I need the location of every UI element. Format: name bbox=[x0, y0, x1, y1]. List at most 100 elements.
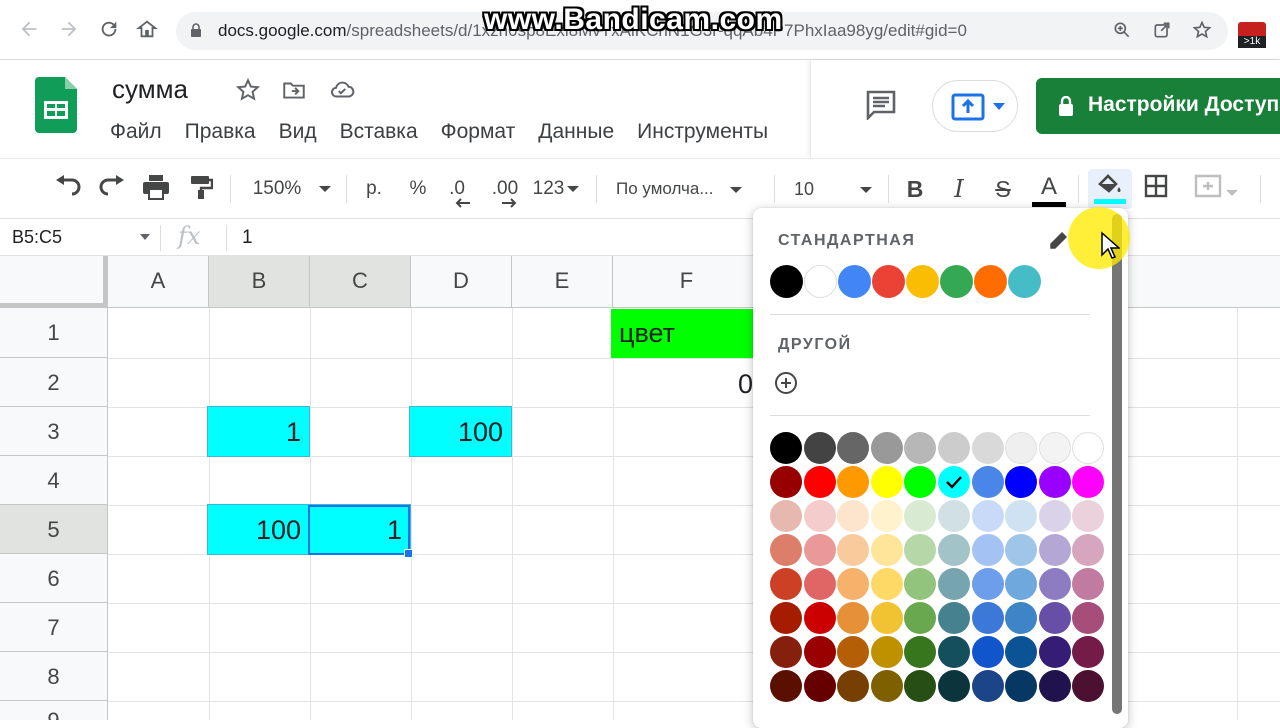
standard-color-swatch[interactable] bbox=[1008, 265, 1041, 298]
star-icon[interactable] bbox=[235, 77, 261, 103]
palette-color-swatch[interactable] bbox=[904, 568, 937, 600]
palette-color-swatch[interactable] bbox=[971, 432, 1004, 464]
palette-color-swatch[interactable] bbox=[870, 636, 903, 668]
increase-decimal-button[interactable]: .00 bbox=[488, 174, 522, 208]
palette-color-swatch[interactable] bbox=[1038, 432, 1071, 464]
standard-color-swatch[interactable] bbox=[838, 265, 871, 298]
palette-color-swatch[interactable] bbox=[837, 602, 870, 634]
palette-color-swatch[interactable] bbox=[904, 500, 937, 532]
palette-color-swatch[interactable] bbox=[938, 534, 970, 566]
palette-color-swatch[interactable] bbox=[1005, 636, 1038, 668]
palette-color-swatch[interactable] bbox=[1005, 670, 1038, 702]
palette-color-swatch[interactable] bbox=[1005, 432, 1038, 464]
palette-color-swatch[interactable] bbox=[870, 602, 903, 634]
paint-format-icon[interactable] bbox=[186, 174, 216, 204]
palette-color-swatch[interactable] bbox=[803, 670, 836, 702]
palette-color-swatch[interactable] bbox=[770, 500, 802, 532]
palette-color-swatch[interactable] bbox=[803, 636, 836, 668]
standard-color-swatch[interactable] bbox=[872, 265, 905, 298]
palette-color-swatch[interactable] bbox=[1005, 534, 1038, 566]
palette-color-swatch[interactable] bbox=[1038, 466, 1071, 498]
menu-format[interactable]: Формат bbox=[441, 120, 516, 146]
decrease-decimal-button[interactable]: .0 bbox=[442, 174, 472, 208]
palette-color-swatch[interactable] bbox=[1072, 534, 1105, 566]
palette-color-swatch[interactable] bbox=[770, 432, 802, 464]
palette-color-swatch[interactable] bbox=[971, 466, 1004, 498]
undo-icon[interactable] bbox=[52, 174, 84, 204]
palette-color-swatch[interactable] bbox=[837, 466, 870, 498]
palette-color-swatch[interactable] bbox=[870, 534, 903, 566]
strikethrough-button[interactable]: S bbox=[990, 174, 1016, 204]
picker-scrollbar[interactable] bbox=[1112, 214, 1122, 714]
palette-color-swatch[interactable] bbox=[837, 534, 870, 566]
standard-color-swatch[interactable] bbox=[770, 265, 803, 298]
back-arrow-icon[interactable] bbox=[16, 18, 42, 44]
name-box-dropdown-icon[interactable] bbox=[140, 234, 150, 240]
fill-color-button[interactable] bbox=[1088, 169, 1132, 209]
present-button[interactable] bbox=[932, 80, 1018, 132]
palette-color-swatch[interactable] bbox=[938, 568, 970, 600]
merge-cells-icon[interactable] bbox=[1188, 174, 1244, 204]
menu-insert[interactable]: Вставка bbox=[340, 120, 418, 146]
palette-color-swatch[interactable] bbox=[803, 602, 836, 634]
zoom-icon[interactable] bbox=[1111, 20, 1133, 42]
palette-color-swatch[interactable] bbox=[837, 568, 870, 600]
standard-color-swatch[interactable] bbox=[940, 265, 973, 298]
cloud-saved-icon[interactable] bbox=[329, 77, 355, 103]
column-header-f[interactable]: F bbox=[613, 256, 761, 308]
zoom-select[interactable]: 150% bbox=[248, 174, 336, 204]
column-header-d[interactable]: D bbox=[411, 256, 512, 308]
palette-color-swatch[interactable] bbox=[870, 432, 903, 464]
palette-color-swatch[interactable] bbox=[1072, 602, 1105, 634]
palette-color-swatch[interactable] bbox=[837, 500, 870, 532]
redo-icon[interactable] bbox=[96, 174, 128, 204]
home-icon[interactable] bbox=[134, 18, 160, 44]
menu-file[interactable]: Файл bbox=[110, 120, 162, 146]
palette-color-swatch[interactable] bbox=[971, 670, 1004, 702]
column-header-e[interactable]: E bbox=[512, 256, 613, 308]
palette-color-swatch[interactable] bbox=[803, 568, 836, 600]
comments-icon[interactable] bbox=[865, 90, 897, 120]
palette-color-swatch[interactable] bbox=[1072, 500, 1105, 532]
currency-format-button[interactable]: р. bbox=[360, 174, 388, 204]
font-size-select[interactable]: 10 bbox=[794, 174, 880, 204]
row-header-4[interactable]: 4 bbox=[0, 456, 108, 505]
font-family-select[interactable]: По умолча... bbox=[616, 174, 762, 204]
palette-color-swatch[interactable] bbox=[938, 636, 970, 668]
palette-color-swatch[interactable] bbox=[1038, 636, 1071, 668]
palette-color-swatch[interactable] bbox=[1038, 500, 1071, 532]
palette-color-swatch[interactable] bbox=[904, 602, 937, 634]
palette-color-swatch[interactable] bbox=[1038, 602, 1071, 634]
palette-color-swatch[interactable] bbox=[1072, 568, 1105, 600]
palette-color-swatch[interactable] bbox=[971, 636, 1004, 668]
palette-color-swatch[interactable] bbox=[1072, 466, 1105, 498]
palette-color-swatch[interactable] bbox=[870, 568, 903, 600]
palette-color-swatch[interactable] bbox=[971, 500, 1004, 532]
palette-color-swatch[interactable] bbox=[1038, 670, 1071, 702]
cell-f1[interactable]: цвет bbox=[611, 309, 761, 358]
standard-color-swatch[interactable] bbox=[906, 265, 939, 298]
palette-color-swatch[interactable] bbox=[1005, 500, 1038, 532]
palette-color-swatch[interactable] bbox=[870, 670, 903, 702]
palette-color-swatch[interactable] bbox=[770, 568, 802, 600]
palette-color-swatch[interactable] bbox=[770, 636, 802, 668]
row-header-3[interactable]: 3 bbox=[0, 407, 108, 456]
row-header-5[interactable]: 5 bbox=[0, 505, 108, 554]
palette-color-swatch[interactable] bbox=[971, 568, 1004, 600]
palette-color-swatch[interactable] bbox=[803, 500, 836, 532]
palette-color-swatch[interactable] bbox=[1005, 466, 1038, 498]
formula-input[interactable]: 1 bbox=[242, 227, 253, 249]
column-header-b[interactable]: B bbox=[209, 256, 310, 308]
row-header-7[interactable]: 7 bbox=[0, 603, 108, 652]
select-all-corner[interactable] bbox=[0, 256, 108, 308]
row-header-1[interactable]: 1 bbox=[0, 308, 108, 358]
bold-button[interactable]: B bbox=[902, 174, 928, 204]
palette-color-swatch[interactable] bbox=[904, 670, 937, 702]
palette-color-swatch[interactable] bbox=[803, 534, 836, 566]
menu-view[interactable]: Вид bbox=[279, 120, 317, 146]
palette-color-swatch[interactable] bbox=[870, 500, 903, 532]
palette-color-swatch[interactable] bbox=[1005, 568, 1038, 600]
palette-color-swatch[interactable] bbox=[904, 466, 937, 498]
cell-b5[interactable]: 100 bbox=[207, 504, 310, 555]
borders-icon[interactable] bbox=[1142, 174, 1170, 204]
